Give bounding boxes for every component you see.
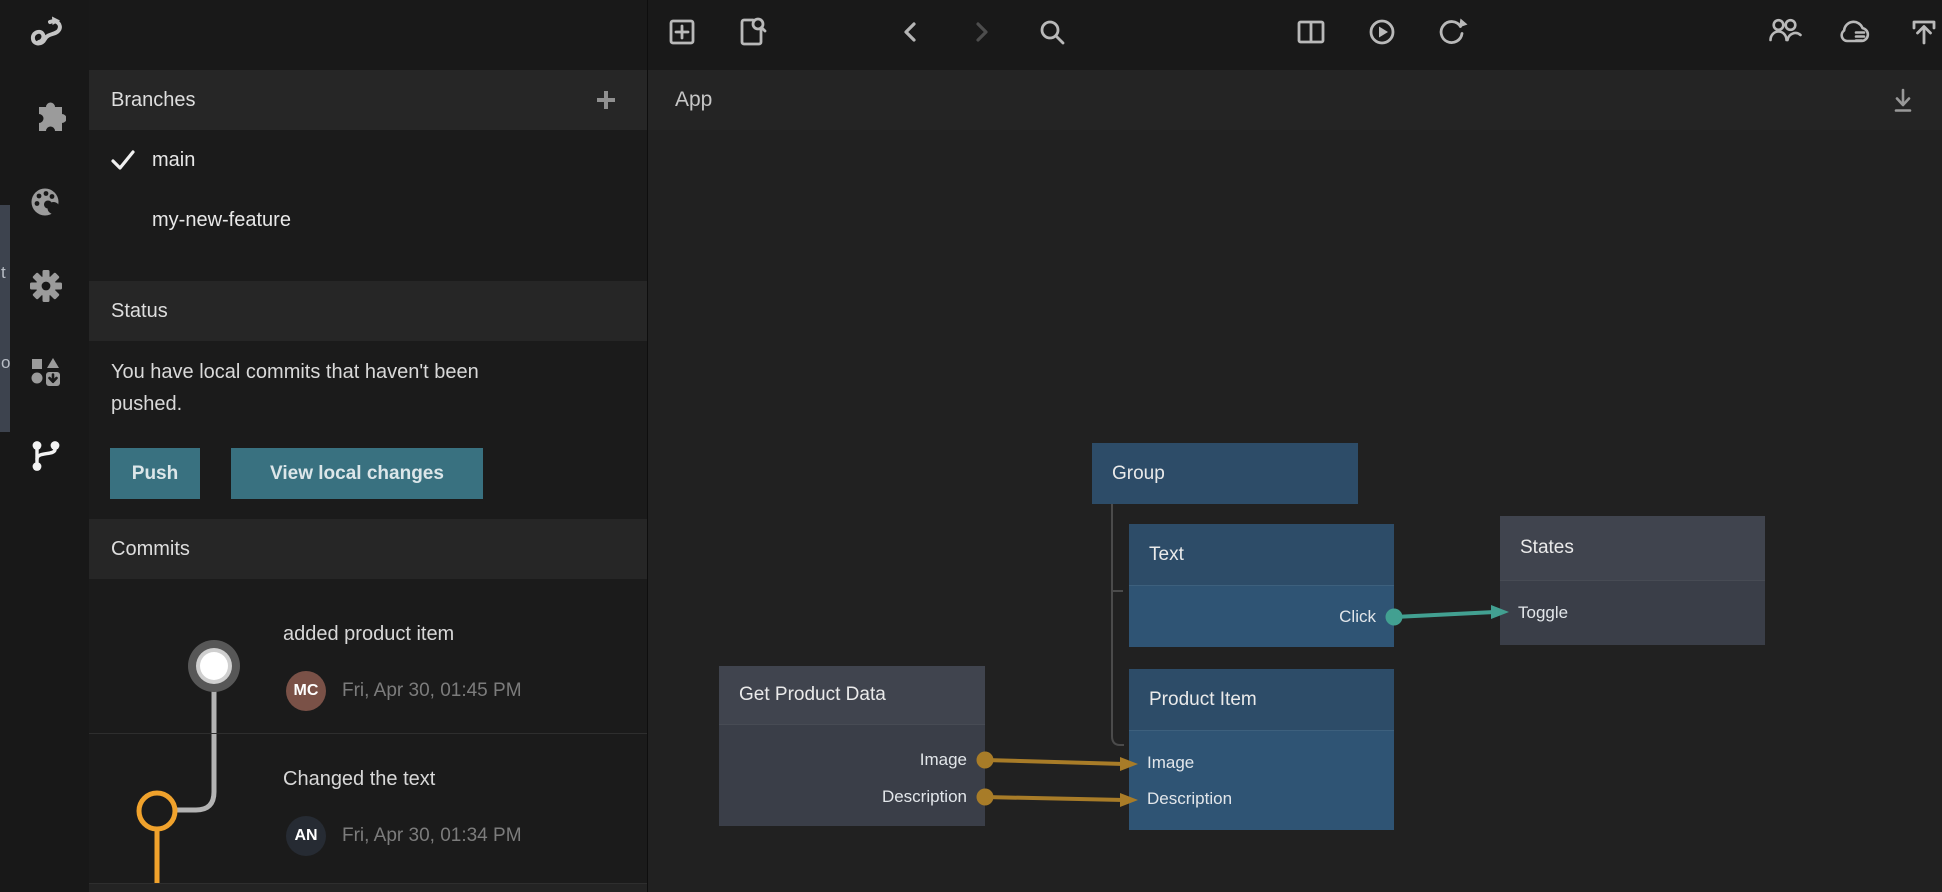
add-node-icon[interactable] <box>662 12 702 52</box>
node-header: Get Product Data <box>719 666 985 724</box>
commit-meta: MC Fri, Apr 30, 01:45 PM <box>286 671 522 711</box>
node-title: Group <box>1112 463 1165 485</box>
node-body <box>719 724 985 826</box>
canvas-header: App <box>648 70 1942 130</box>
collaborators-icon[interactable] <box>1765 12 1805 52</box>
add-branch-icon[interactable] <box>591 85 621 115</box>
node-get-product-data[interactable]: Get Product Data Image Description <box>719 666 985 826</box>
commit-marker-branch[interactable] <box>139 793 175 829</box>
port-image[interactable]: Image <box>920 750 967 770</box>
node-states[interactable]: States Toggle <box>1500 516 1765 645</box>
fragment-text: o <box>1 353 10 373</box>
search-icon[interactable] <box>1032 12 1072 52</box>
commits-section-header: Commits <box>89 519 647 579</box>
refresh-icon[interactable] <box>1431 12 1471 52</box>
commit-list: added product item MC Fri, Apr 30, 01:45 P… <box>89 579 647 892</box>
run-preview-icon[interactable] <box>1362 12 1402 52</box>
status-message: You have local commits that haven't been… <box>111 356 541 420</box>
activity-bar <box>0 0 89 892</box>
deploy-icon[interactable] <box>1904 12 1942 52</box>
node-header: States <box>1500 516 1765 580</box>
current-branch-check-icon <box>109 147 137 173</box>
node-header: Text <box>1129 524 1394 585</box>
node-title: States <box>1520 537 1574 559</box>
cloud-services-icon[interactable] <box>1834 12 1874 52</box>
view-local-changes-button[interactable]: View local changes <box>231 448 483 499</box>
canvas-title: App <box>675 88 712 112</box>
node-header: Product Item <box>1129 669 1394 730</box>
node-title: Get Product Data <box>739 684 886 706</box>
commits-title: Commits <box>111 538 190 561</box>
version-control-panel: Branches main my-new-feature Status You h… <box>89 0 647 892</box>
download-icon[interactable] <box>1888 85 1918 115</box>
node-header: Group <box>1092 443 1358 504</box>
port-description[interactable]: Description <box>1147 789 1232 809</box>
components-icon[interactable] <box>26 100 66 140</box>
branches-section-header: Branches <box>89 70 647 130</box>
noodl-editor-window: ? <box>0 0 1942 892</box>
clipped-panel-fragment: t o <box>0 205 10 432</box>
node-product-item[interactable]: Product Item Image Description <box>1129 669 1394 830</box>
push-button[interactable]: Push <box>110 448 200 499</box>
branch-item-my-new-feature[interactable]: my-new-feature <box>89 190 647 250</box>
navigate-back-icon[interactable] <box>891 12 931 52</box>
styles-palette-icon[interactable] <box>26 183 66 223</box>
status-title: Status <box>111 300 168 323</box>
port-toggle[interactable]: Toggle <box>1518 603 1568 623</box>
split-view-icon[interactable] <box>1291 12 1331 52</box>
port-description[interactable]: Description <box>882 787 967 807</box>
divider <box>89 733 647 734</box>
avatar: AN <box>286 816 326 856</box>
commit-meta: AN Fri, Apr 30, 01:34 PM <box>286 816 522 856</box>
panel-top-spacer <box>89 0 647 70</box>
branch-name: my-new-feature <box>152 209 291 232</box>
commit-date: Fri, Apr 30, 01:45 PM <box>342 680 522 702</box>
fragment-text: t <box>1 263 6 283</box>
node-group[interactable]: Group <box>1092 443 1358 504</box>
settings-gear-icon[interactable] <box>26 267 66 307</box>
port-click[interactable]: Click <box>1339 607 1376 627</box>
version-control-icon[interactable] <box>26 436 66 476</box>
port-image[interactable]: Image <box>1147 753 1194 773</box>
node-title: Product Item <box>1149 689 1257 711</box>
noodl-logo-icon[interactable] <box>26 13 66 53</box>
commit-message[interactable]: Changed the text <box>283 768 435 791</box>
next-commit-row-partial <box>89 884 647 892</box>
node-title: Text <box>1149 544 1184 566</box>
commit-date: Fri, Apr 30, 01:34 PM <box>342 825 522 847</box>
branches-title: Branches <box>111 89 196 112</box>
avatar: MC <box>286 671 326 711</box>
branch-item-main[interactable]: main <box>89 130 647 190</box>
search-components-icon[interactable] <box>732 12 772 52</box>
node-body <box>1129 730 1394 830</box>
status-section-header: Status <box>89 281 647 341</box>
commit-message[interactable]: added product item <box>283 623 454 646</box>
node-text[interactable]: Text Click <box>1129 524 1394 647</box>
branch-name: main <box>152 149 195 172</box>
navigate-forward-icon[interactable] <box>961 12 1001 52</box>
marketplace-icon[interactable] <box>26 352 66 392</box>
